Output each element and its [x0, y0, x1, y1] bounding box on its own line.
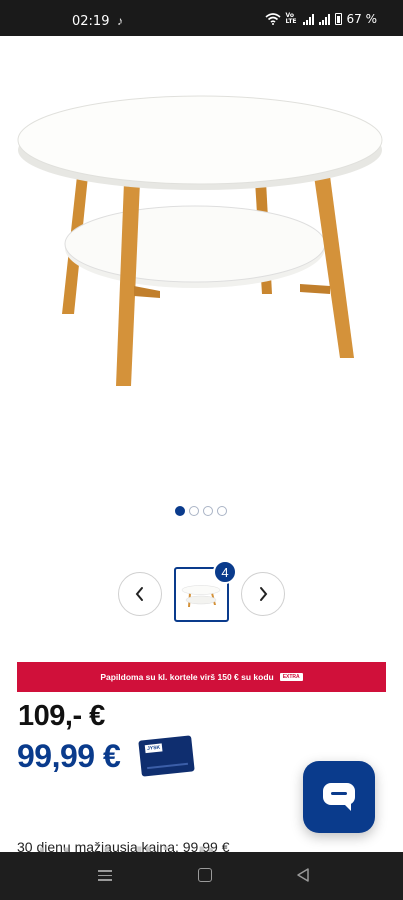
chat-bubble-icon [323, 783, 355, 811]
card-logo: JYSK [144, 743, 163, 754]
pagination-dot-1[interactable] [175, 506, 185, 516]
old-price: 109,- € [18, 700, 105, 732]
volte-icon: Vo LTE [285, 12, 297, 25]
promo-extra-tag: EXTRA [279, 673, 303, 681]
status-time: 02:19 [72, 14, 110, 29]
gallery-pagination [175, 506, 227, 516]
promo-text: Papildoma su kl. kortele virš 150 € su k… [100, 672, 274, 682]
chevron-right-icon [260, 587, 268, 601]
product-image[interactable] [0, 36, 403, 496]
chevron-left-icon [135, 587, 143, 601]
chat-button[interactable] [303, 761, 375, 833]
wifi-icon [264, 13, 281, 25]
status-indicators: Vo LTE 67 % [264, 12, 378, 26]
signal-icon-2 [318, 13, 330, 25]
recent-apps-icon[interactable] [98, 870, 112, 884]
status-bar: 02:19 ♪ Vo LTE 67 % [0, 0, 403, 36]
battery-icon [334, 13, 342, 25]
next-image-button[interactable] [241, 572, 285, 616]
android-nav-bar [0, 852, 403, 900]
pagination-dot-3[interactable] [203, 506, 213, 516]
pagination-dot-4[interactable] [217, 506, 227, 516]
member-price: 99,99 € [17, 738, 121, 774]
promo-banner[interactable]: Papildoma su kl. kortele virš 150 € su k… [17, 662, 386, 692]
pagination-dot-2[interactable] [189, 506, 199, 516]
back-icon[interactable] [296, 867, 310, 883]
battery-percent: 67 % [346, 12, 378, 26]
signal-icon [302, 13, 314, 25]
thumbnail-count-badge: 4 [213, 560, 237, 584]
loyalty-card-icon: JYSK [138, 735, 195, 777]
tiktok-icon: ♪ [117, 14, 123, 28]
previous-image-button[interactable] [118, 572, 162, 616]
home-icon[interactable] [198, 868, 212, 882]
